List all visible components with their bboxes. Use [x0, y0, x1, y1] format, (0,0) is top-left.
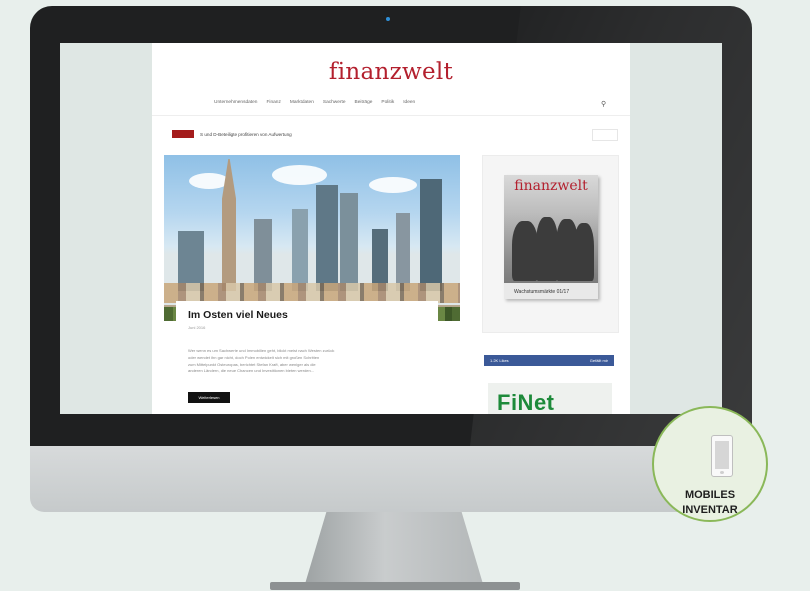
ticker-arrows[interactable]	[592, 129, 618, 141]
monitor-stand-base	[270, 582, 520, 590]
elephant-image	[574, 223, 594, 281]
phone-home-button	[720, 471, 724, 474]
search-icon[interactable]: ⚲	[601, 100, 606, 108]
article-hero-image[interactable]	[164, 155, 460, 321]
main-navigation: Unternehmensdaten Finanz Marktdaten Sach…	[214, 100, 415, 105]
building	[396, 213, 410, 291]
building	[178, 231, 204, 291]
cloud	[369, 177, 417, 193]
building	[420, 179, 442, 291]
monitor-mockup: finanzwelt Unternehmensdaten Finanz Mark…	[0, 0, 810, 591]
mobile-inventory-badge: MOBILES INVENTAR	[652, 406, 768, 522]
badge-line-2: INVENTAR	[682, 504, 738, 516]
magazine-footer: Wachstumsmärkte 01/17	[504, 283, 598, 299]
cloud	[189, 173, 229, 189]
excerpt-line: zum Mittelpunkt Osteuropas, berichtet St…	[188, 361, 316, 367]
monitor-chin	[30, 446, 752, 512]
news-ticker: S und D-Beteiligte profitieren von Aufwe…	[172, 130, 292, 138]
ticker-headline[interactable]: S und D-Beteiligte profitieren von Aufwe…	[200, 132, 292, 137]
city-rooftops	[164, 283, 460, 303]
phone-screen	[715, 441, 729, 469]
nav-item[interactable]: Ideen	[403, 100, 415, 105]
nav-item[interactable]: Unternehmensdaten	[214, 100, 257, 105]
nav-item[interactable]: Sachwerte	[323, 100, 346, 105]
magazine-pagination[interactable]	[486, 325, 616, 332]
site-logo[interactable]: finanzwelt	[152, 59, 630, 85]
nav-item[interactable]: Finanz	[266, 100, 280, 105]
badge-label: MOBILES INVENTAR	[654, 488, 766, 518]
ticker-badge	[172, 130, 194, 138]
badge-line-1: MOBILES	[684, 489, 736, 501]
excerpt-line: oder wendet ihn gar nicht, doch Polen en…	[188, 354, 320, 360]
building	[372, 229, 388, 291]
article-excerpt: Wer wenn es um Sachwerte und Immobilien …	[188, 348, 414, 375]
excerpt-line: Wer wenn es um Sachwerte und Immobilien …	[188, 348, 335, 353]
article-date: Juni 2016	[188, 325, 206, 330]
building	[254, 219, 272, 291]
nav-divider	[152, 115, 630, 116]
facebook-likes: 1.2K Likes	[490, 358, 509, 363]
magazine-caption: Wachstumsmärkte 01/17	[514, 289, 570, 295]
camera-dot	[386, 17, 390, 21]
building	[292, 209, 308, 291]
building	[340, 193, 358, 291]
monitor-screen: finanzwelt Unternehmensdaten Finanz Mark…	[60, 43, 722, 414]
elephant-image	[536, 217, 558, 281]
nav-item[interactable]: Beiträge	[355, 100, 373, 105]
facebook-like-bar[interactable]: 1.2K Likes Gefällt mir	[484, 355, 614, 366]
elephant-image	[512, 221, 538, 281]
website-page: finanzwelt Unternehmensdaten Finanz Mark…	[152, 43, 630, 414]
monitor-stand	[305, 512, 483, 584]
phone-icon	[711, 435, 733, 477]
building	[316, 185, 338, 291]
excerpt-line: anderen Ländern, die neue Chancen und In…	[188, 368, 315, 374]
facebook-like-button[interactable]: Gefällt mir	[590, 358, 608, 363]
article-title[interactable]: Im Osten viel Neues	[188, 309, 288, 321]
read-more-button[interactable]: Weiterlesen	[188, 392, 230, 403]
nav-item[interactable]: Marktdaten	[290, 100, 314, 105]
magazine-cover[interactable]: finanzwelt Wachstumsmärkte 01/17	[504, 175, 598, 299]
magazine-logo: finanzwelt	[514, 178, 588, 194]
nav-item[interactable]: Politik	[381, 100, 394, 105]
finet-logo: FiNet	[497, 390, 555, 414]
cloud	[272, 165, 327, 185]
